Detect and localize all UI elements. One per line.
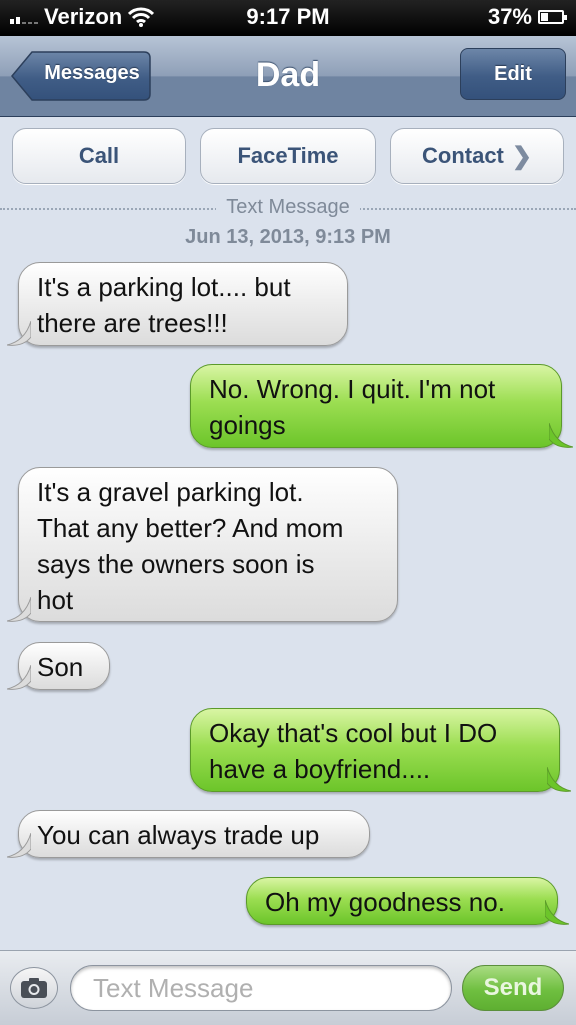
bubble-tail-icon (7, 665, 31, 690)
sent-message-bubble[interactable]: No. Wrong. I quit. I'm not goings (190, 364, 573, 448)
received-message-bubble[interactable]: It's a parking lot.... but there are tree… (7, 262, 348, 346)
battery-icon (538, 10, 567, 24)
thread-timestamp: Jun 13, 2013, 9:13 PM (185, 226, 391, 248)
received-message-bubble[interactable]: Son (7, 642, 110, 690)
received-message-bubble[interactable]: You can always trade up (7, 810, 370, 858)
contact-button[interactable]: Contact ❯ (390, 128, 564, 184)
camera-icon (21, 978, 47, 998)
message-text-line: there are trees!!! (37, 308, 228, 338)
camera-button[interactable] (10, 967, 58, 1009)
bubble-tail-icon (545, 900, 569, 925)
facetime-label: FaceTime (237, 143, 339, 168)
sent-message-bubble[interactable]: Oh my goodness no. (246, 877, 569, 925)
chevron-right-icon: ❯ (511, 142, 532, 170)
bubble-tail-icon (547, 767, 571, 792)
contact-actions: Call FaceTime Contact ❯ (0, 128, 576, 186)
call-label: Call (78, 143, 120, 168)
battery-percent: 37% (487, 4, 532, 29)
bubble-tail-icon (7, 597, 31, 622)
message-text-line: It's a parking lot.... but (37, 272, 291, 302)
message-text-line: That any better? And mom (37, 513, 344, 543)
bubble-tail-icon (7, 833, 31, 858)
message-text-line: Okay that's cool but I DO (209, 718, 498, 748)
service-label: Text Message (216, 196, 360, 218)
facetime-button[interactable]: FaceTime (200, 128, 376, 184)
message-text-line: hot (37, 585, 74, 615)
edit-button[interactable]: Edit (460, 48, 566, 100)
message-text-line: You can always trade up (37, 820, 320, 850)
message-text-line: It's a gravel parking lot. (37, 477, 304, 507)
call-button[interactable]: Call (12, 128, 186, 184)
bubble-tail-icon (549, 423, 573, 448)
received-message-bubble[interactable]: It's a gravel parking lot. That any bette… (7, 467, 398, 622)
navigation-bar: Messages Dad Edit (0, 36, 576, 117)
bubble-tail-icon (7, 321, 31, 346)
message-text-line: Son (37, 652, 84, 682)
service-label-row: Text Message (0, 196, 576, 219)
contact-label: Contact (422, 143, 504, 168)
status-bar: Verizon 9:17 PM 37% (0, 0, 576, 36)
message-text-line: No. Wrong. I quit. I'm not (209, 374, 496, 404)
message-text-line: have a boyfriend.... (209, 754, 431, 784)
message-text-line: goings (209, 410, 286, 440)
send-button[interactable]: Send (462, 965, 564, 1011)
battery-status: 37% (487, 4, 567, 30)
message-input[interactable] (70, 965, 452, 1011)
composer-bar: Send (0, 950, 576, 1025)
sent-message-bubble[interactable]: Okay that's cool but I DO have a boyfrien… (190, 708, 571, 792)
message-text-line: says the owners soon is (37, 549, 315, 579)
message-text-line: Oh my goodness no. (265, 887, 505, 917)
